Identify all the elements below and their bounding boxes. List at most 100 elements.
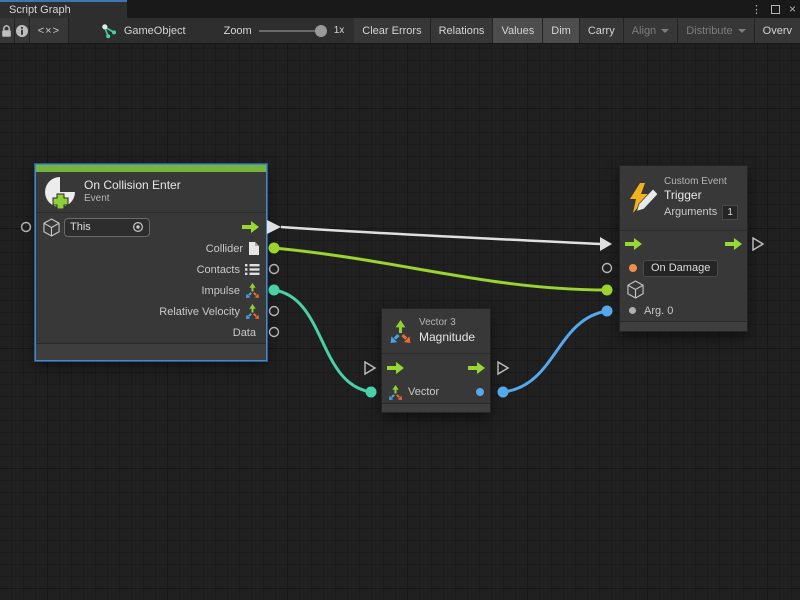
value-port-icon xyxy=(629,307,636,314)
list-icon xyxy=(245,263,260,276)
custom-event-node-header: Custom Event Trigger Arguments 1 xyxy=(620,166,747,231)
values-toggle[interactable]: Values xyxy=(493,18,543,43)
port-label: Data xyxy=(233,327,256,339)
arg0-in-port[interactable] xyxy=(602,306,613,317)
vector-in-port[interactable] xyxy=(366,387,377,398)
event-name-field[interactable]: On Damage xyxy=(643,260,718,277)
port-row-collider[interactable]: Collider xyxy=(36,238,266,259)
graph-target[interactable]: GameObject xyxy=(69,18,196,43)
node-footer xyxy=(620,321,747,331)
zoom-value: 1x xyxy=(334,25,345,36)
zoom-slider-handle[interactable] xyxy=(315,25,327,37)
wire-impulse-to-vector[interactable] xyxy=(274,290,371,392)
clear-errors-button[interactable]: Clear Errors xyxy=(354,18,430,43)
float-output-port[interactable] xyxy=(476,388,484,396)
trigger-target-in-port[interactable] xyxy=(602,285,613,296)
object-picker-icon[interactable] xyxy=(132,221,144,233)
info-icon xyxy=(15,24,29,38)
target-row xyxy=(620,279,747,300)
distribute-dropdown[interactable]: Distribute xyxy=(678,18,754,43)
gameobject-graph-icon xyxy=(101,23,117,39)
lock-button[interactable] xyxy=(0,18,15,43)
port-row-relative-velocity[interactable]: Relative Velocity xyxy=(36,301,266,322)
arg0-row: Arg. 0 xyxy=(620,300,747,321)
event-name-row: On Damage xyxy=(620,257,747,279)
overview-button[interactable]: Overv xyxy=(755,18,800,43)
event-icon xyxy=(43,175,77,209)
carry-toggle[interactable]: Carry xyxy=(580,18,624,43)
flow-row xyxy=(620,231,747,257)
cube-icon xyxy=(627,280,644,299)
data-out-port[interactable] xyxy=(270,328,279,337)
vector3-icon xyxy=(388,385,403,400)
wire-control-flow[interactable] xyxy=(281,227,601,244)
wire-magnitude-to-arg0[interactable] xyxy=(503,311,607,392)
event-node-header: On Collision Enter Event xyxy=(36,172,266,213)
node-footer xyxy=(36,343,266,360)
impulse-out-port[interactable] xyxy=(269,285,280,296)
unity-visual-scripting-window: Script Graph ⋮ × <×> xyxy=(0,0,800,600)
target-object-field[interactable]: This xyxy=(64,218,150,237)
vector-input-row[interactable]: Vector xyxy=(382,381,490,403)
relations-button[interactable]: Relations xyxy=(431,18,494,43)
collider-out-port[interactable] xyxy=(269,243,280,254)
tab-bar: Script Graph ⋮ × xyxy=(0,0,800,18)
node-title: Magnitude xyxy=(419,330,475,345)
window-menu-icon[interactable]: ⋮ xyxy=(751,3,762,16)
chevron-down-icon xyxy=(661,29,669,33)
code-view-button[interactable]: <×> xyxy=(30,18,69,43)
relative-velocity-out-port[interactable] xyxy=(270,307,279,316)
target-value: This xyxy=(70,221,128,233)
wire-arrowhead-icon xyxy=(600,237,612,251)
port-row-impulse[interactable]: Impulse xyxy=(36,280,266,301)
flow-out-icon xyxy=(242,221,259,233)
event-node-color-strip xyxy=(36,165,266,172)
graph-toolbar: <×> GameObject Zoom 1x Clear Errors Rela… xyxy=(0,18,800,44)
cube-icon xyxy=(43,218,60,237)
node-on-collision-enter[interactable]: On Collision Enter Event This xyxy=(35,164,267,361)
arguments-label: Arguments xyxy=(664,206,717,220)
wire-collider-to-target[interactable] xyxy=(274,248,607,290)
node-subtitle: Event xyxy=(84,193,181,206)
magnitude-control-in-port[interactable] xyxy=(365,362,375,374)
code-view-label: <×> xyxy=(38,25,60,37)
port-label: Collider xyxy=(206,243,243,255)
maximize-icon[interactable] xyxy=(771,5,780,14)
port-label: Relative Velocity xyxy=(159,306,240,318)
node-title: On Collision Enter xyxy=(84,178,181,193)
port-row-data[interactable]: Data xyxy=(36,322,266,343)
arguments-count-field[interactable]: 1 xyxy=(722,205,738,220)
node-footer xyxy=(382,403,490,412)
vector3-icon xyxy=(389,320,412,343)
flow-out-icon xyxy=(725,238,742,250)
window-controls: ⋮ × xyxy=(751,0,796,18)
flow-out-icon xyxy=(468,362,485,374)
align-dropdown[interactable]: Align xyxy=(624,18,678,43)
trigger-control-out-port[interactable] xyxy=(753,238,763,250)
tab-label: Script Graph xyxy=(9,4,71,16)
contacts-out-port[interactable] xyxy=(270,265,279,274)
info-button[interactable] xyxy=(15,18,30,43)
graph-canvas[interactable]: On Collision Enter Event This xyxy=(0,44,800,600)
node-trigger-custom-event[interactable]: Custom Event Trigger Arguments 1 On Dama… xyxy=(619,165,748,332)
magnitude-control-out-port[interactable] xyxy=(498,362,508,374)
flow-row xyxy=(382,354,490,381)
close-icon[interactable]: × xyxy=(789,2,796,16)
node-category: Vector 3 xyxy=(419,317,475,330)
custom-event-icon xyxy=(627,182,657,215)
zoom-control: Zoom 1x xyxy=(196,18,355,43)
flow-in-icon xyxy=(387,362,404,374)
event-control-out-port[interactable] xyxy=(267,220,281,234)
event-target-in-port[interactable] xyxy=(22,223,31,232)
magnitude-out-port[interactable] xyxy=(498,387,509,398)
node-vector3-magnitude[interactable]: Vector 3 Magnitude Vector xyxy=(381,308,491,413)
port-label: Vector xyxy=(408,386,439,398)
port-row-contacts[interactable]: Contacts xyxy=(36,259,266,280)
node-category: Custom Event xyxy=(664,176,738,189)
vector3-icon xyxy=(245,304,260,319)
lock-icon xyxy=(0,24,13,38)
dim-toggle[interactable]: Dim xyxy=(543,18,580,43)
zoom-slider[interactable] xyxy=(259,30,321,32)
tab-script-graph[interactable]: Script Graph xyxy=(0,0,127,18)
event-name-in-port[interactable] xyxy=(603,264,612,273)
